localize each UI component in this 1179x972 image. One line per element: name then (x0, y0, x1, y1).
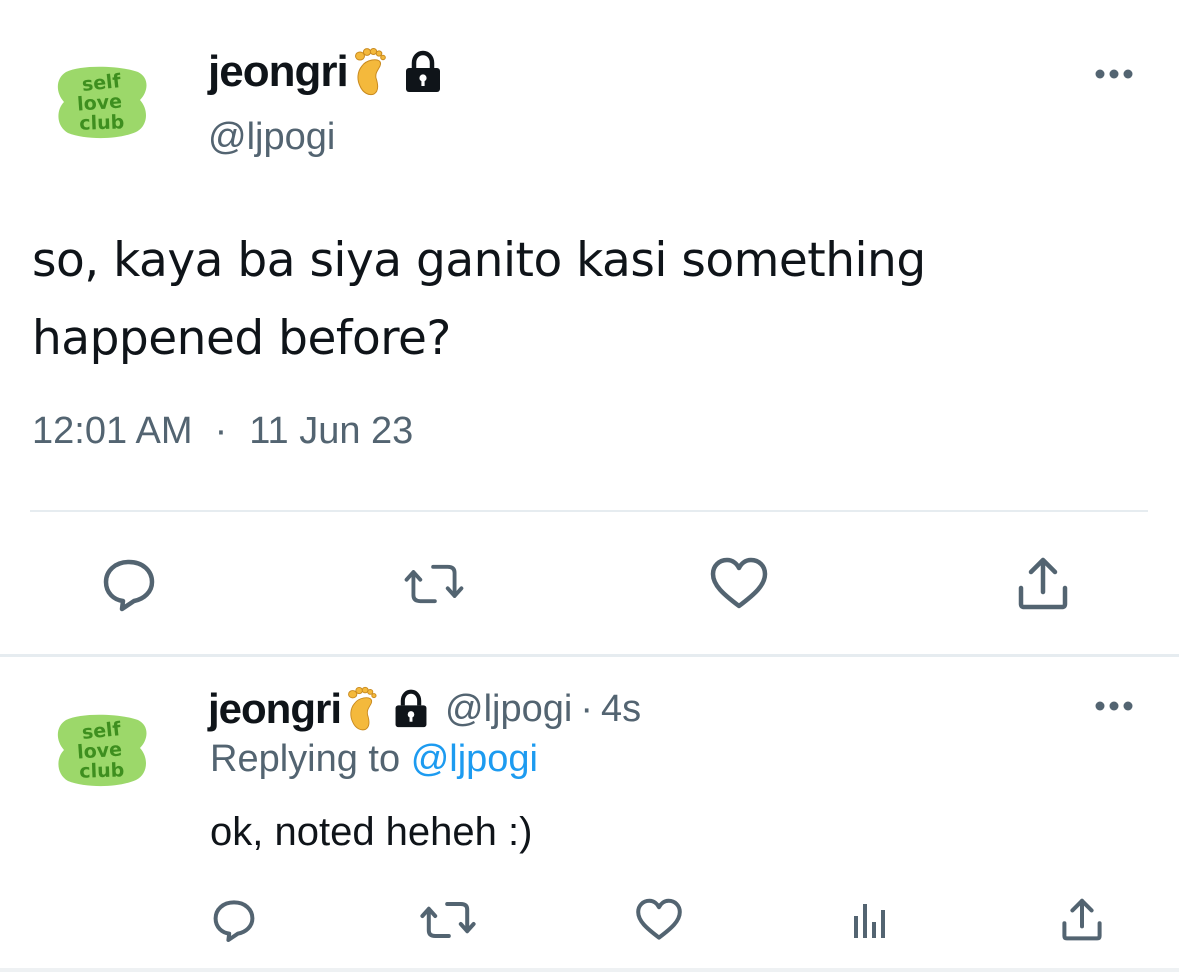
reply-icon[interactable] (99, 554, 159, 614)
reply-display-name[interactable]: jeongri (208, 685, 342, 733)
like-icon[interactable] (709, 554, 769, 614)
more-icon[interactable] (1094, 68, 1134, 80)
like-icon[interactable] (635, 896, 683, 944)
reply-author-handle[interactable]: @ljpogi (445, 688, 572, 731)
replying-to: Replying to @ljpogi (210, 738, 538, 781)
reply-author-row: jeongri @ljpogi · 4s (208, 682, 641, 736)
tweet-text: so, kaya ba siya ganito kasi something h… (32, 222, 1152, 378)
replying-to-label: Replying to (210, 738, 401, 780)
lock-icon (405, 50, 440, 92)
divider (30, 510, 1148, 512)
bottom-divider (0, 968, 1179, 972)
reply-icon[interactable] (210, 896, 258, 944)
reply-avatar-text-club: club (79, 759, 125, 783)
display-name[interactable]: jeongri (208, 47, 349, 97)
share-icon[interactable] (1058, 896, 1106, 944)
share-icon[interactable] (1013, 554, 1073, 614)
author-row: jeongri (208, 44, 444, 100)
analytics-icon[interactable] (846, 896, 894, 944)
tweet-separator (0, 654, 1179, 657)
meta-separator: · (214, 410, 228, 452)
more-icon[interactable] (1094, 700, 1134, 712)
avatar[interactable]: self love club (52, 62, 152, 142)
author-handle[interactable]: @ljpogi (208, 116, 335, 159)
lock-icon (395, 689, 427, 728)
retweet-icon[interactable] (404, 554, 464, 614)
reply-avatar[interactable]: self love club (52, 710, 152, 790)
replying-to-mention[interactable]: @ljpogi (411, 738, 538, 780)
reply-text: ok, noted heheh :) (210, 810, 533, 854)
tweet-text-line-1: so, kaya ba siya ganito kasi something (32, 233, 926, 288)
reply-meta-separator: · (580, 687, 593, 730)
foot-emoji-icon (348, 686, 377, 731)
reply-time[interactable]: 4s (601, 688, 641, 731)
tweet-timestamp[interactable]: 12:01 AM · 11 Jun 23 (32, 410, 413, 453)
tweet-text-line-2: happened before? (32, 311, 451, 366)
tweet-time: 12:01 AM (32, 410, 193, 452)
foot-emoji-icon (354, 48, 386, 96)
tweet-date: 11 Jun 23 (249, 410, 414, 452)
retweet-icon[interactable] (420, 896, 476, 944)
avatar-text-club: club (79, 111, 125, 135)
